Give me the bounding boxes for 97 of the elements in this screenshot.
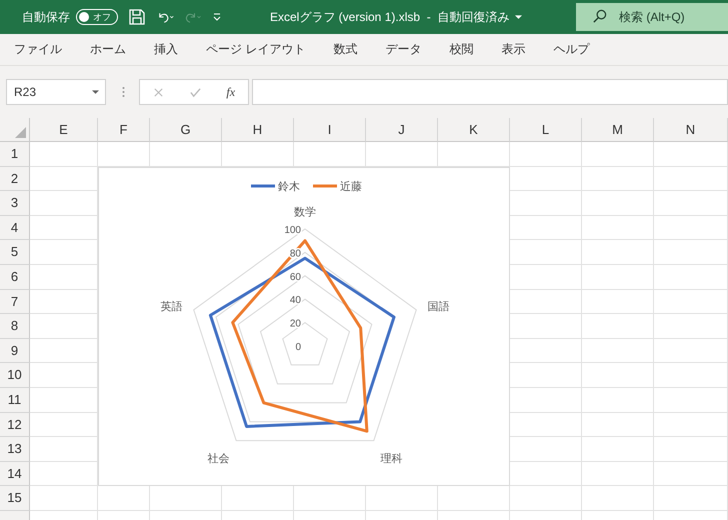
ribbon-tab[interactable]: 挿入 — [154, 41, 192, 58]
column-header[interactable]: E — [30, 118, 98, 142]
table-cell[interactable] — [654, 290, 728, 314]
table-cell[interactable] — [582, 191, 654, 216]
table-cell[interactable] — [582, 216, 654, 240]
row-header[interactable]: 14 — [0, 462, 30, 486]
column-header[interactable]: K — [438, 118, 510, 142]
axis-tick-label: 60 — [290, 271, 301, 282]
search-field[interactable]: 検索 (Alt+Q) — [576, 3, 728, 31]
table-cell[interactable] — [654, 486, 728, 511]
column-header[interactable]: N — [654, 118, 728, 142]
insert-function-button[interactable]: fx — [226, 84, 236, 100]
row-header[interactable]: 11 — [0, 388, 30, 413]
row-header[interactable]: 4 — [0, 216, 30, 240]
row-header[interactable]: 13 — [0, 437, 30, 462]
ribbon-tab[interactable]: ヘルプ — [553, 41, 604, 58]
autosave-label: 自動保存 — [22, 8, 70, 26]
ribbon-tab[interactable]: 表示 — [501, 41, 540, 58]
legend-label: 近藤 — [340, 180, 362, 193]
table-cell[interactable] — [654, 264, 728, 290]
ribbon-tab[interactable]: データ — [385, 41, 436, 58]
table-cell[interactable] — [510, 142, 582, 167]
table-cell[interactable] — [582, 462, 654, 486]
table-cell[interactable] — [30, 142, 98, 167]
table-cell[interactable] — [654, 388, 728, 413]
table-cell[interactable] — [582, 437, 654, 462]
table-cell[interactable] — [582, 314, 654, 339]
table-cell[interactable] — [582, 142, 654, 167]
axis-tick-label: 20 — [290, 318, 301, 330]
grip-icon — [122, 86, 125, 98]
ribbon-tab[interactable]: 数式 — [333, 41, 372, 58]
row-header[interactable]: 2 — [0, 166, 30, 192]
category-label: 英語 — [160, 300, 183, 313]
ribbon-tab[interactable]: ホーム — [90, 41, 140, 58]
table-cell[interactable] — [582, 412, 654, 438]
table-cell[interactable] — [582, 388, 654, 413]
table-cell[interactable] — [654, 314, 728, 339]
table-cell[interactable] — [654, 437, 728, 462]
table-cell[interactable] — [582, 166, 654, 192]
customize-icon[interactable] — [212, 12, 222, 22]
dropdown-icon — [92, 90, 99, 94]
autosave-toggle[interactable]: オフ — [76, 9, 118, 25]
axis-tick-label: 0 — [295, 342, 301, 353]
table-cell[interactable] — [654, 462, 728, 486]
save-icon[interactable] — [128, 8, 146, 26]
formula-input[interactable] — [252, 79, 728, 105]
row-header[interactable]: 3 — [0, 191, 30, 216]
column-header[interactable]: G — [150, 118, 222, 142]
table-cell[interactable] — [654, 240, 728, 265]
column-header[interactable]: J — [366, 118, 438, 142]
table-cell[interactable] — [582, 240, 654, 265]
table-cell[interactable] — [582, 290, 654, 314]
caret-icon[interactable] — [515, 14, 522, 20]
column-header[interactable]: M — [582, 118, 654, 142]
cancel-icon[interactable] — [152, 86, 164, 98]
row-header[interactable]: 10 — [0, 363, 30, 388]
table-cell[interactable] — [654, 338, 728, 364]
category-label: 数学 — [294, 206, 316, 218]
window-title: Excelグラフ (version 1).xlsb - 自動回復済み — [270, 8, 510, 26]
row-header[interactable]: 12 — [0, 412, 30, 438]
table-cell[interactable] — [582, 363, 654, 388]
row-header[interactable]: 9 — [0, 338, 30, 364]
select-all-button[interactable] — [0, 118, 30, 142]
table-cell[interactable] — [654, 166, 728, 192]
ribbon-tab[interactable]: ファイル — [14, 41, 76, 58]
row-header[interactable]: 1 — [0, 142, 30, 167]
table-cell[interactable] — [582, 338, 654, 364]
table-cell[interactable] — [654, 142, 728, 167]
category-label: 国語 — [427, 300, 450, 313]
check-icon[interactable] — [190, 86, 201, 98]
row-header[interactable]: 8 — [0, 314, 30, 339]
axis-tick-label: 40 — [290, 294, 301, 306]
row-header[interactable]: 6 — [0, 264, 30, 290]
ribbon-tab[interactable]: ページ レイアウト — [206, 41, 320, 58]
column-header[interactable]: H — [222, 118, 294, 142]
table-cell[interactable] — [582, 486, 654, 511]
corner-triangle-icon — [15, 127, 26, 138]
table-cell[interactable] — [654, 191, 728, 216]
column-header[interactable]: L — [510, 118, 582, 142]
column-header[interactable]: I — [294, 118, 366, 142]
row-header[interactable]: 15 — [0, 486, 30, 511]
category-label: 理科 — [380, 452, 403, 465]
table-cell[interactable] — [582, 264, 654, 290]
axis-tick-label: 100 — [284, 224, 301, 236]
table-cell[interactable] — [510, 486, 582, 511]
column-header[interactable]: F — [98, 118, 150, 142]
name-box[interactable]: R23 — [6, 79, 106, 105]
search-icon — [592, 9, 607, 24]
table-cell[interactable] — [654, 216, 728, 240]
table-cell[interactable] — [654, 412, 728, 438]
table-cell[interactable] — [30, 486, 98, 511]
row-header[interactable]: 7 — [0, 290, 30, 314]
table-cell[interactable] — [654, 363, 728, 388]
row-header[interactable]: 5 — [0, 240, 30, 265]
ribbon-tab[interactable]: 校閲 — [449, 41, 488, 58]
legend-label: 鈴木 — [278, 180, 300, 193]
category-label: 社会 — [207, 452, 230, 465]
